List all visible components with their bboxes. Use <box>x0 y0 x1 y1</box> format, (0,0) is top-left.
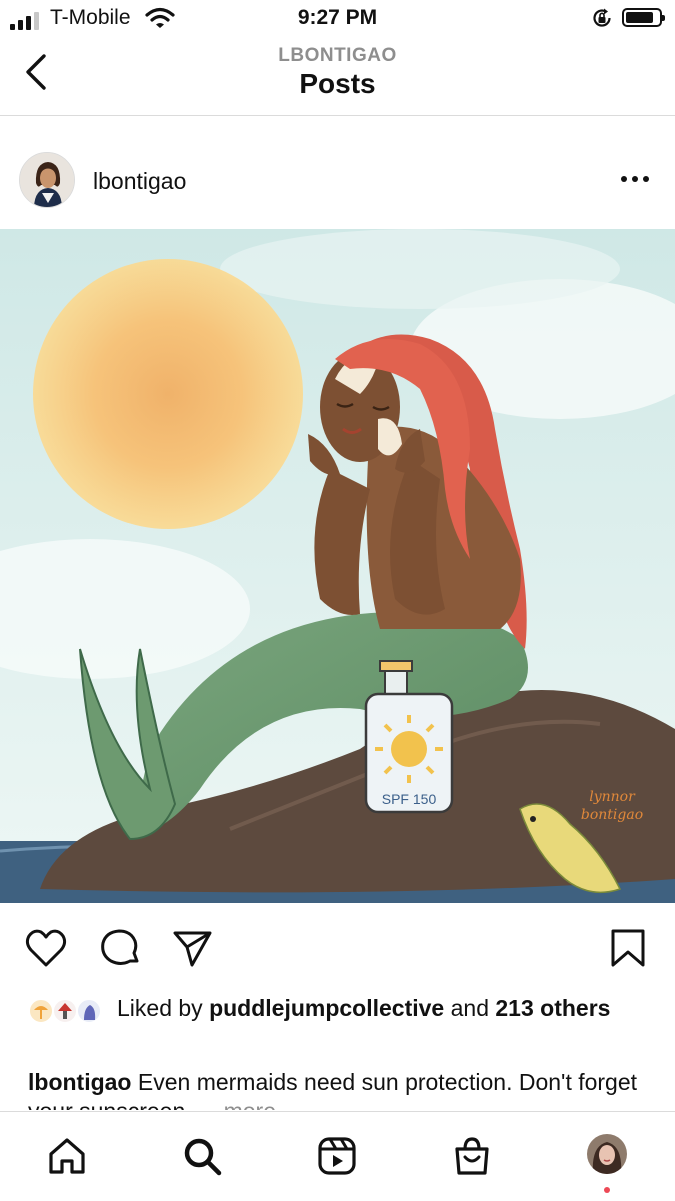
send-icon[interactable] <box>170 925 216 971</box>
profile-username-heading: LBONTIGAO <box>278 45 397 66</box>
post-actions <box>0 905 675 990</box>
bottle-label: SPF 150 <box>382 791 437 807</box>
comment-icon[interactable] <box>97 925 143 971</box>
liker-username[interactable]: puddlejumpcollective <box>209 995 444 1021</box>
shop-bag-icon[interactable] <box>450 1134 494 1178</box>
liker-avatar-2 <box>52 998 78 1024</box>
clock: 9:27 PM <box>297 6 378 29</box>
artist-signature-line2: bontigao <box>581 807 643 823</box>
rotation-lock-icon <box>593 8 611 27</box>
reels-icon[interactable] <box>315 1134 359 1178</box>
caption-more-link[interactable]: ... more <box>198 1098 276 1110</box>
notification-dot <box>604 1187 610 1193</box>
bottom-tab-bar <box>0 1111 675 1201</box>
heart-icon[interactable] <box>23 925 69 971</box>
page-title: Posts <box>299 68 376 99</box>
home-icon[interactable] <box>45 1134 89 1178</box>
search-icon[interactable] <box>180 1134 224 1178</box>
liker-avatar-1 <box>28 998 54 1024</box>
post-author-avatar[interactable] <box>19 152 75 208</box>
bookmark-icon[interactable] <box>605 925 651 971</box>
post-caption: lbontigao Even mermaids need sun protect… <box>28 1068 658 1110</box>
likes-text: Liked by puddlejumpcollective and 213 ot… <box>117 995 611 1021</box>
post-author-username[interactable]: lbontigao <box>93 168 186 195</box>
liker-avatar-3 <box>76 998 102 1024</box>
caption-username[interactable]: lbontigao <box>28 1069 131 1095</box>
battery-icon <box>622 8 665 27</box>
post-header: lbontigao <box>0 116 675 228</box>
likes-summary[interactable]: Liked by puddlejumpcollective and 213 ot… <box>0 990 675 1055</box>
more-options-icon[interactable] <box>618 169 652 189</box>
artist-signature-line1: lynnor <box>589 789 636 805</box>
profile-avatar[interactable] <box>587 1134 627 1174</box>
sun-shape <box>33 259 303 529</box>
post-image[interactable]: SPF 150 lynnor bontigao <box>0 229 675 903</box>
top-navigation-bar: LBONTIGAO Posts <box>0 38 675 116</box>
status-bar: T-Mobile 9:27 PM <box>0 0 675 38</box>
